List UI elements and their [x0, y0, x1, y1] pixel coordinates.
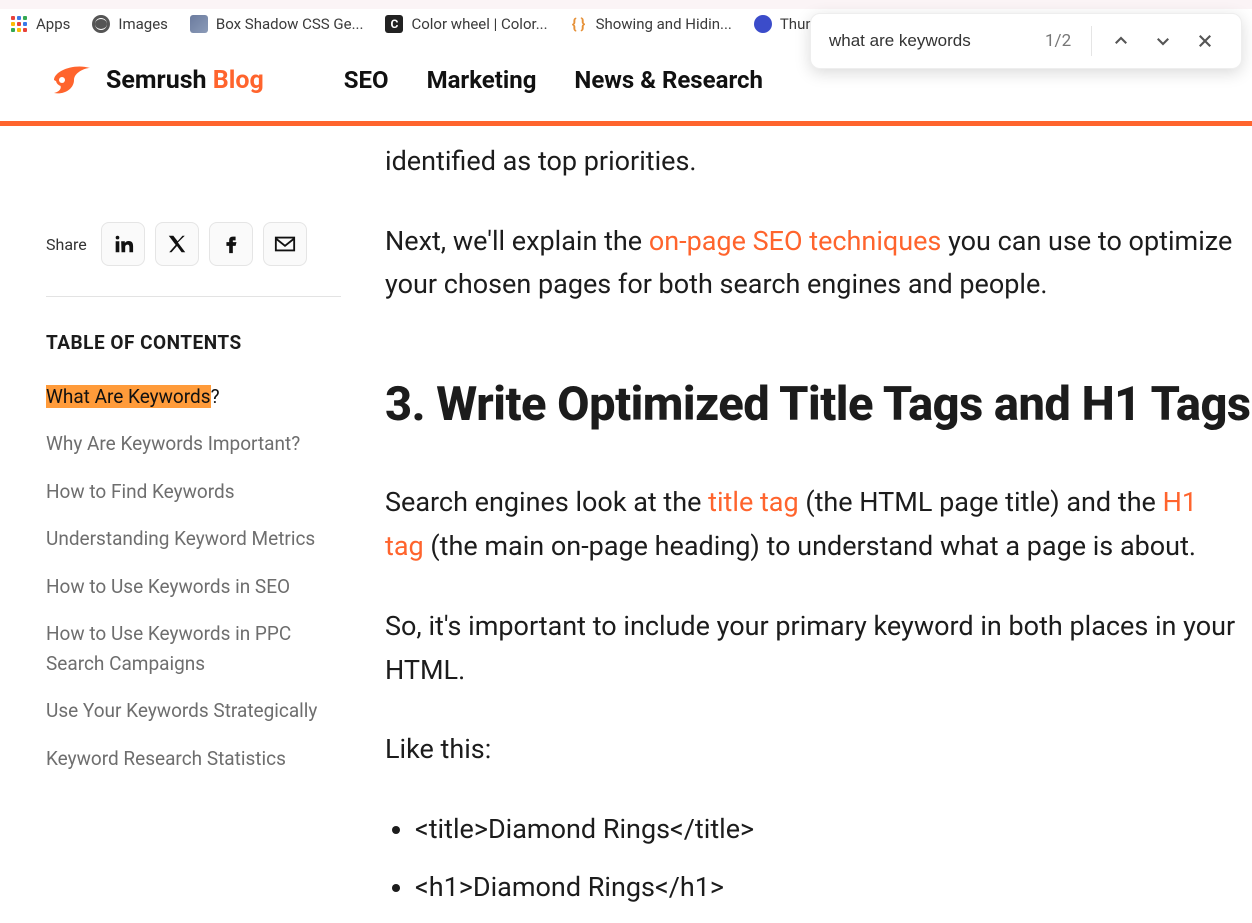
- find-in-page-bar: 1/2: [810, 13, 1242, 69]
- paragraph: So, it's important to include your prima…: [385, 605, 1241, 692]
- primary-nav: SEO Marketing News & Research: [344, 66, 763, 94]
- divider: [46, 296, 341, 297]
- linkedin-icon: [112, 233, 134, 255]
- x-icon: [166, 233, 188, 255]
- toc-item[interactable]: Why Are Keywords Important?: [46, 429, 341, 458]
- share-email-button[interactable]: [263, 222, 307, 266]
- share-linkedin-button[interactable]: [101, 222, 145, 266]
- toc-item[interactable]: Keyword Research Statistics: [46, 744, 341, 773]
- code-example-list: <title>Diamond Rings</title> <h1>Diamond…: [385, 808, 1241, 909]
- list-item: <title>Diamond Rings</title>: [415, 808, 1241, 852]
- email-icon: [274, 233, 296, 255]
- toc-item[interactable]: How to Use Keywords in SEO: [46, 572, 341, 601]
- facebook-icon: [220, 233, 242, 255]
- paragraph-fragment: identified as top priorities.: [385, 140, 1241, 184]
- globe-icon: [92, 15, 110, 33]
- bookmark-label: Color wheel | Color...: [411, 15, 547, 33]
- link-onpage-seo[interactable]: on-page SEO techniques: [649, 225, 942, 257]
- article-body: identified as top priorities. Next, we'l…: [341, 126, 1241, 923]
- find-next-button[interactable]: [1154, 32, 1172, 50]
- table-of-contents: What Are Keywords? Why Are Keywords Impo…: [46, 382, 341, 773]
- bookmark-label: Images: [118, 15, 168, 33]
- bookmark-images[interactable]: Images: [92, 15, 168, 33]
- toc-highlight: What Are Keywords: [46, 385, 211, 408]
- drop-icon: [754, 15, 772, 33]
- bookmark-label: Apps: [36, 15, 70, 33]
- logo[interactable]: Semrush Blog: [44, 63, 264, 97]
- paragraph: Next, we'll explain the on-page SEO tech…: [385, 220, 1241, 307]
- apps-grid-icon: [10, 15, 28, 33]
- nav-news[interactable]: News & Research: [574, 66, 763, 94]
- find-count: 1/2: [1045, 26, 1092, 56]
- bookmark-colorwheel[interactable]: C Color wheel | Color...: [385, 15, 547, 33]
- toc-item[interactable]: Use Your Keywords Strategically: [46, 696, 341, 725]
- bookmark-label: Box Shadow CSS Ge...: [216, 15, 364, 33]
- bookmark-label: Thun: [780, 15, 814, 33]
- find-close-button[interactable]: [1196, 32, 1214, 50]
- share-facebook-button[interactable]: [209, 222, 253, 266]
- toc-item[interactable]: How to Use Keywords in PPC Search Campai…: [46, 619, 341, 678]
- share-x-button[interactable]: [155, 222, 199, 266]
- toc-item-active[interactable]: What Are Keywords?: [46, 382, 341, 411]
- bookmark-showhide[interactable]: { } Showing and Hidin...: [570, 15, 732, 33]
- toc-title: TABLE OF CONTENTS: [46, 331, 341, 354]
- link-title-tag[interactable]: title tag: [708, 486, 799, 518]
- bookmark-apps[interactable]: Apps: [10, 15, 70, 33]
- paragraph: Like this:: [385, 728, 1241, 772]
- section-heading: 3. Write Optimized Title Tags and H1 Tag…: [385, 367, 1241, 443]
- reading-progress-bar: [0, 121, 1152, 126]
- toc-item[interactable]: Understanding Keyword Metrics: [46, 524, 341, 553]
- bookmark-boxshadow[interactable]: Box Shadow CSS Ge...: [190, 15, 364, 33]
- favicon-icon: [190, 15, 208, 33]
- blog-word: Blog: [213, 66, 264, 95]
- braces-icon: { }: [570, 15, 588, 33]
- brand-name: Semrush: [106, 66, 207, 95]
- favicon-icon: C: [385, 15, 403, 33]
- bookmark-thun[interactable]: Thun: [754, 15, 814, 33]
- sidebar: Share TABLE OF CONTENTS What Are Keyword…: [46, 126, 341, 923]
- nav-marketing[interactable]: Marketing: [427, 66, 537, 94]
- toc-item[interactable]: How to Find Keywords: [46, 477, 341, 506]
- list-item: <h1>Diamond Rings</h1>: [415, 866, 1241, 910]
- share-label: Share: [46, 235, 87, 254]
- bookmark-label: Showing and Hidin...: [596, 15, 732, 33]
- paragraph: Search engines look at the title tag (th…: [385, 481, 1241, 568]
- find-input[interactable]: [829, 31, 1039, 51]
- semrush-flame-icon: [44, 63, 92, 97]
- nav-seo[interactable]: SEO: [344, 66, 389, 94]
- find-prev-button[interactable]: [1112, 32, 1130, 50]
- share-row: Share: [46, 222, 341, 266]
